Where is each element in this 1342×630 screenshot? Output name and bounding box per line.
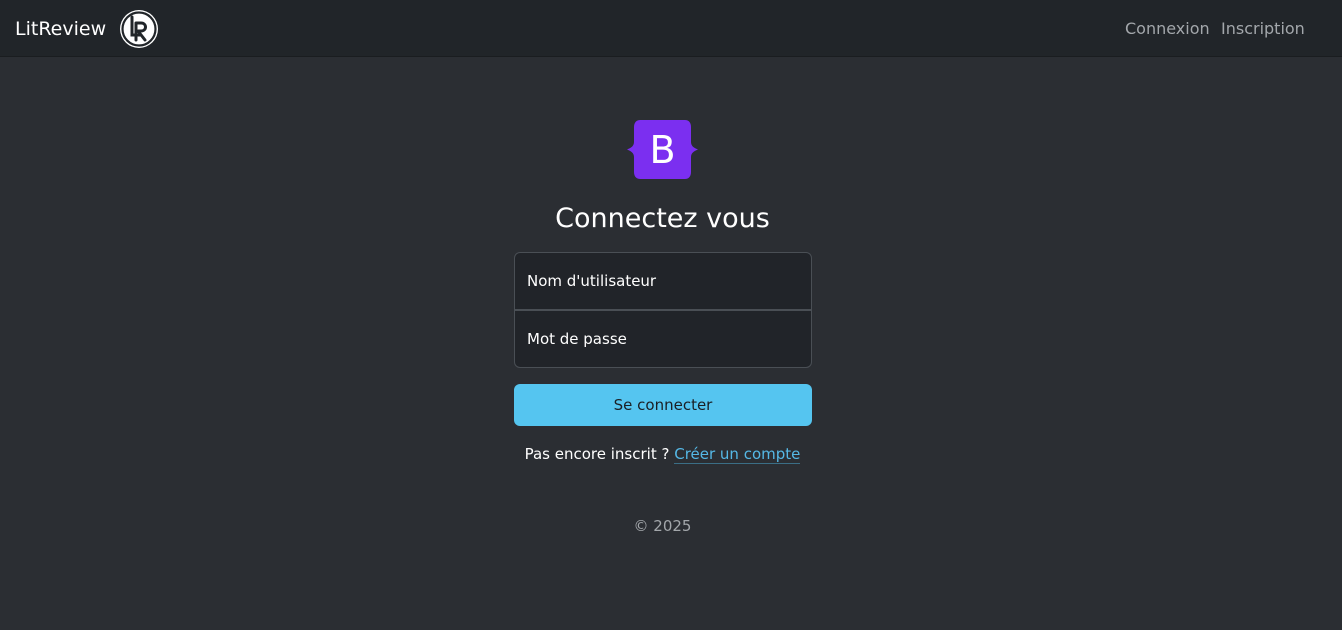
nav-link-inscription[interactable]: Inscription bbox=[1221, 19, 1305, 39]
login-button[interactable]: Se connecter bbox=[514, 384, 812, 426]
password-input[interactable] bbox=[514, 310, 812, 368]
page-title: Connectez vous bbox=[555, 203, 770, 234]
nav-link-connexion[interactable]: Connexion bbox=[1125, 19, 1210, 39]
navbar: LitReview Connexion Inscription bbox=[0, 0, 1342, 57]
create-account-link[interactable]: Créer un compte bbox=[674, 445, 801, 464]
footer-copyright: © 2025 bbox=[633, 517, 692, 535]
username-input[interactable] bbox=[514, 252, 812, 310]
litreview-logo-icon[interactable] bbox=[119, 9, 159, 49]
signup-prompt-text: Pas encore inscrit ? bbox=[524, 445, 670, 463]
bootstrap-logo-icon: B bbox=[627, 120, 698, 179]
brand-link[interactable]: LitReview bbox=[15, 17, 106, 41]
bootstrap-logo-letter: B bbox=[649, 128, 675, 172]
signup-prompt: Pas encore inscrit ? Créer un compte bbox=[0, 443, 1325, 465]
